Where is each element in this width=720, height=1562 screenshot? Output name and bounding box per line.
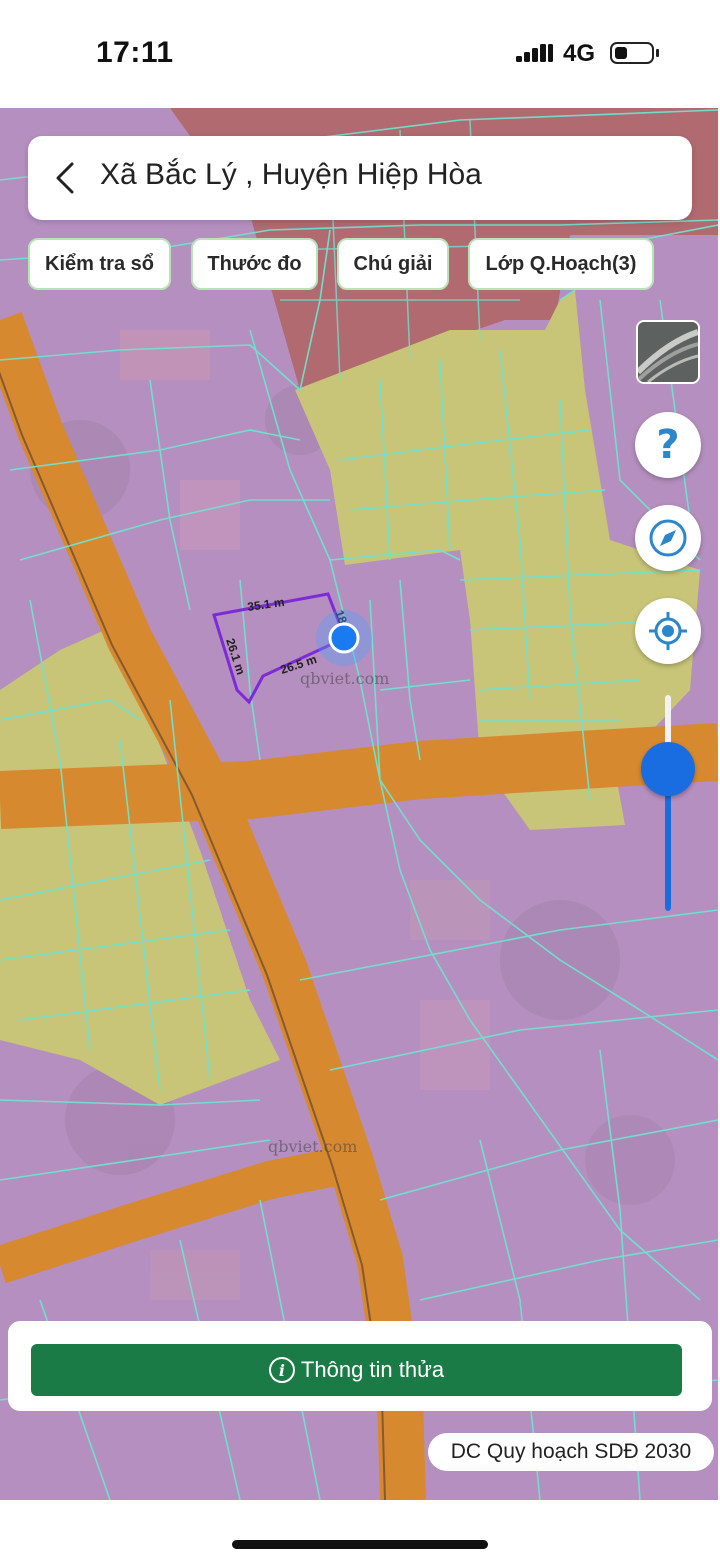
zoom-slider-knob[interactable]: [641, 742, 695, 796]
home-indicator[interactable]: [232, 1540, 488, 1549]
planning-map[interactable]: 35.1 m 18 26.1 m 26.5 m qbviet.com qbvie…: [0, 108, 718, 1500]
planning-version-badge[interactable]: DC Quy hoạch SDĐ 2030: [428, 1433, 714, 1471]
check-book-chip[interactable]: Kiểm tra sổ: [28, 238, 171, 290]
parcel-info-button[interactable]: i Thông tin thửa: [31, 1344, 682, 1396]
help-button[interactable]: ?: [635, 412, 701, 478]
signal-icon: [516, 44, 553, 62]
crosshair-icon: [649, 612, 687, 650]
network-type: 4G: [563, 40, 596, 67]
battery-icon: [610, 42, 654, 64]
battery-cap: [656, 49, 659, 57]
status-time: 17:11: [96, 36, 174, 69]
bottom-safe-area: [0, 1500, 720, 1562]
legend-chip[interactable]: Chú giải: [337, 238, 449, 290]
basemap-thumbnail-icon: [638, 322, 698, 382]
watermark: qbviet.com: [268, 1137, 357, 1156]
compass-button[interactable]: [635, 505, 701, 571]
compass-icon: [649, 519, 687, 557]
planning-layer-chip[interactable]: Lớp Q.Hoạch(3): [468, 238, 654, 290]
measure-label-top: 35.1 m: [246, 595, 285, 614]
status-bar: 17:11 4G: [0, 0, 720, 108]
parcel-info-label: Thông tin thửa: [300, 1357, 445, 1382]
current-location-dot: [328, 622, 360, 654]
measure-chip[interactable]: Thước đo: [191, 238, 318, 290]
my-location-button[interactable]: [635, 598, 701, 664]
measure-overlay: 35.1 m 18 26.1 m 26.5 m qbviet.com qbvie…: [212, 592, 389, 1156]
watermark: qbviet.com: [300, 669, 389, 688]
basemap-layer-thumbnail[interactable]: [636, 320, 700, 384]
back-arrow-icon[interactable]: [50, 160, 80, 196]
location-title: Xã Bắc Lý , Huyện Hiệp Hòa: [100, 158, 482, 191]
help-icon: ?: [656, 422, 680, 468]
info-icon: i: [268, 1357, 295, 1383]
